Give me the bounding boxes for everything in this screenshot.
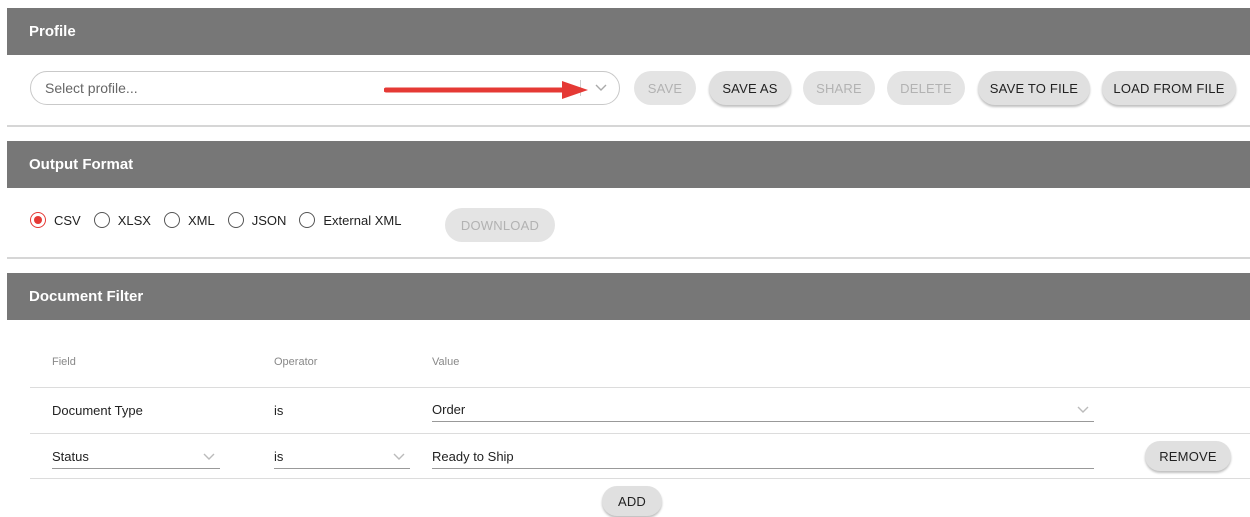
radio-xml[interactable]: XML xyxy=(163,212,215,228)
filter-row-1-value-select[interactable]: Order xyxy=(432,398,1094,422)
radio-json[interactable]: JSON xyxy=(227,212,287,228)
radio-checked-icon[interactable] xyxy=(30,212,46,228)
profile-section-title: Profile xyxy=(29,23,76,40)
delete-button[interactable]: DELETE xyxy=(887,71,965,105)
chevron-down-icon[interactable] xyxy=(1072,403,1094,417)
filter-row-1-value: Order xyxy=(432,402,466,417)
remove-button[interactable]: REMOVE xyxy=(1145,441,1231,471)
row-divider xyxy=(30,387,1250,388)
column-header-value: Value xyxy=(432,356,460,368)
document-filter-section-header: Document Filter xyxy=(7,273,1250,320)
section-divider xyxy=(7,125,1250,127)
row-divider xyxy=(30,478,1250,479)
radio-unchecked-icon[interactable] xyxy=(299,212,316,228)
filter-row-2-field-select[interactable]: Status xyxy=(52,445,220,469)
filter-row-1-operator: is xyxy=(274,403,284,418)
chevron-down-icon[interactable] xyxy=(589,78,613,98)
filter-row-2-value: Ready to Ship xyxy=(432,449,514,464)
radio-label: CSV xyxy=(54,212,81,228)
radio-external-xml[interactable]: External XML xyxy=(299,212,401,228)
output-format-radio-group: CSV XLSX XML JSON External XML xyxy=(30,212,414,228)
radio-unchecked-icon[interactable] xyxy=(93,212,110,228)
download-button[interactable]: DOWNLOAD xyxy=(445,208,555,242)
save-button[interactable]: SAVE xyxy=(634,71,696,105)
red-arrow-annotation xyxy=(384,81,588,99)
radio-csv[interactable]: CSV xyxy=(30,212,81,228)
profile-section-header: Profile xyxy=(7,8,1250,55)
chevron-down-icon[interactable] xyxy=(198,450,220,464)
output-format-section-header: Output Format xyxy=(7,141,1250,188)
filter-row-2-operator-select[interactable]: is xyxy=(274,445,410,469)
filter-row-1-field: Document Type xyxy=(52,403,143,418)
save-as-button[interactable]: SAVE AS xyxy=(709,71,791,105)
radio-label: External XML xyxy=(323,212,402,228)
radio-label: JSON xyxy=(251,212,287,228)
radio-unchecked-icon[interactable] xyxy=(163,212,180,228)
document-filter-section-title: Document Filter xyxy=(29,288,144,305)
chevron-down-icon[interactable] xyxy=(388,450,410,464)
add-button[interactable]: ADD xyxy=(602,486,662,516)
filter-row-2-value-input[interactable]: Ready to Ship xyxy=(432,445,1094,469)
column-header-operator: Operator xyxy=(274,356,318,368)
share-button[interactable]: SHARE xyxy=(803,71,875,105)
radio-label: XLSX xyxy=(117,212,151,228)
save-to-file-button[interactable]: SAVE TO FILE xyxy=(978,71,1090,105)
load-from-file-button[interactable]: LOAD FROM FILE xyxy=(1102,71,1236,105)
output-format-section-title: Output Format xyxy=(29,156,134,173)
section-divider xyxy=(7,257,1250,259)
row-divider xyxy=(30,433,1250,434)
radio-xlsx[interactable]: XLSX xyxy=(93,212,151,228)
radio-unchecked-icon[interactable] xyxy=(227,212,244,228)
filter-row-2-field: Status xyxy=(52,449,89,464)
filter-row-2-operator: is xyxy=(274,449,284,464)
radio-label: XML xyxy=(187,212,215,228)
column-header-field: Field xyxy=(52,356,76,368)
